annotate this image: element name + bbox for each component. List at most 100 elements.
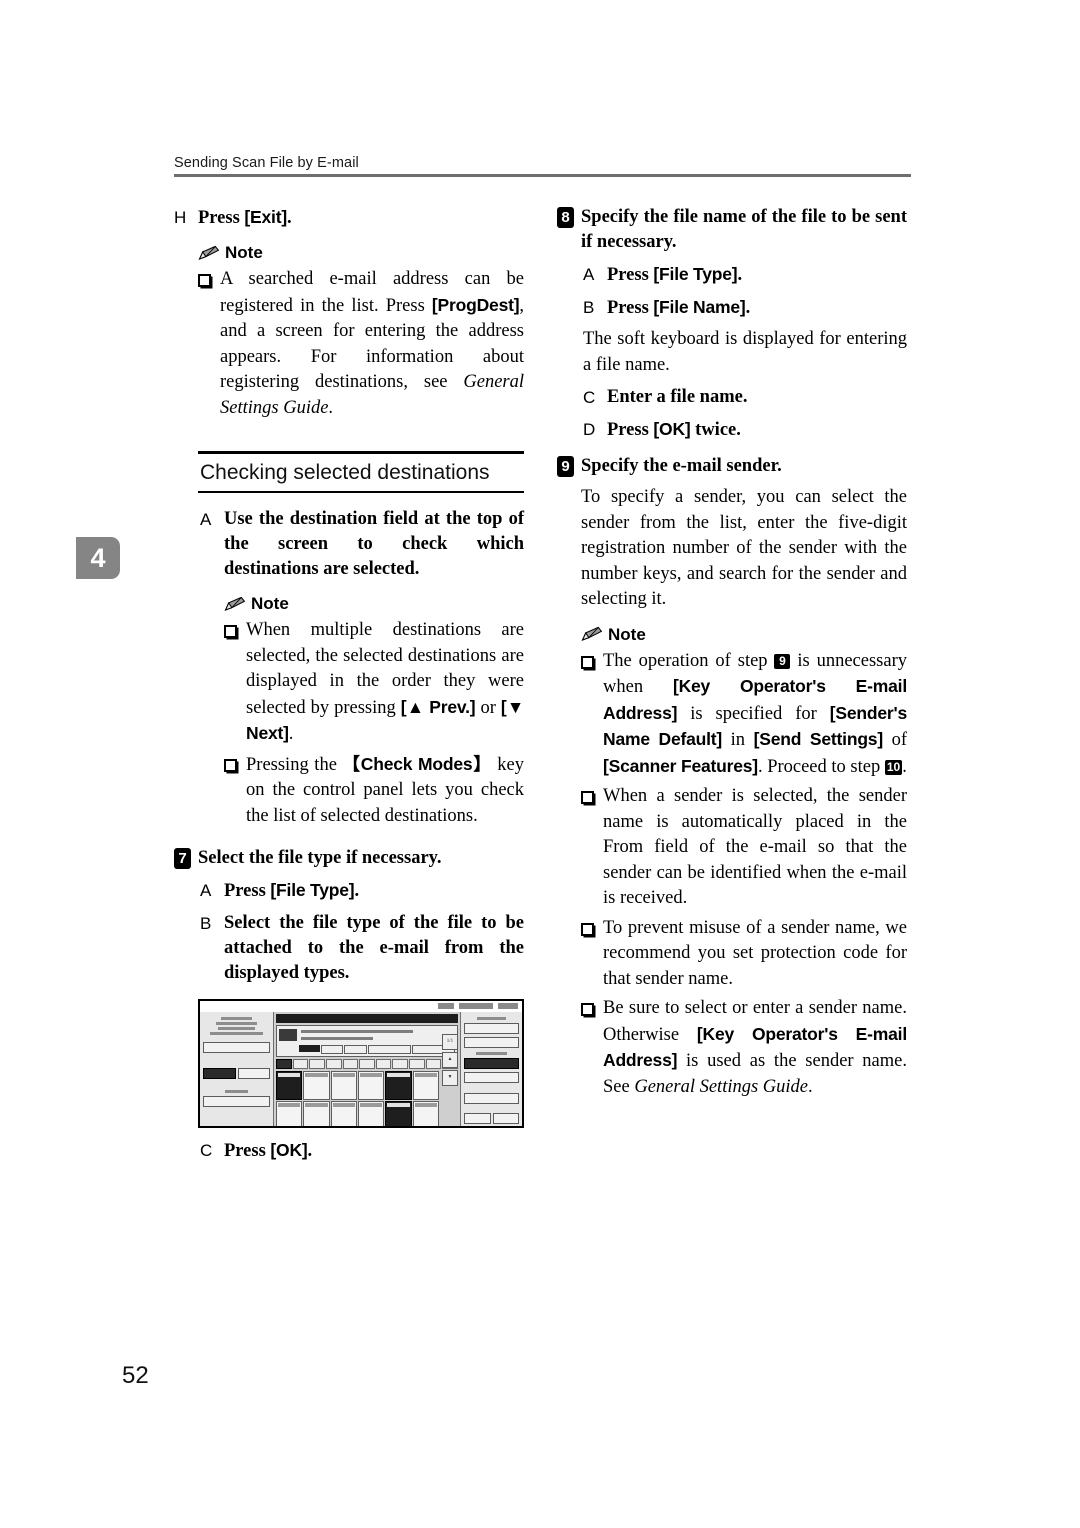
note-item-3-4-text: Be sure to select or enter a sender name…	[603, 996, 907, 1100]
lcd-tiff-jpeg-button[interactable]	[464, 1037, 519, 1048]
key-exit: [Exit]	[244, 207, 287, 227]
lcd-file-type-label	[477, 1017, 506, 1020]
step-8-sub-C-text: Enter a file name.	[607, 387, 748, 407]
lcd-destination-cell[interactable]	[276, 1101, 303, 1126]
key-file-type: [File Type]	[653, 264, 738, 284]
lcd-cell-cap	[414, 1103, 437, 1107]
lcd-destination-cell[interactable]	[412, 1101, 439, 1126]
lcd-destination-field[interactable]	[276, 1025, 458, 1057]
step-7-text: Select the file type if necessary.	[198, 848, 442, 868]
lcd-single-page-button[interactable]	[464, 1023, 519, 1034]
inline-step-badge-10: 10	[884, 759, 903, 775]
lcd-paging-column: 1/1 ▲ ▼	[442, 1034, 458, 1088]
lcd-bcc-tab[interactable]	[344, 1045, 367, 1054]
lcd-destination-cell[interactable]	[303, 1071, 330, 1100]
note-item-2-2-text: Pressing the 【Check Modes】 key on the co…	[246, 752, 524, 830]
lcd-index-opq[interactable]	[392, 1059, 409, 1069]
chapter-tab-number: 4	[90, 542, 106, 573]
bullet-square-icon	[581, 655, 594, 669]
lcd-destination-cell[interactable]	[385, 1101, 412, 1126]
lcd-scroll-down-button[interactable]: ▼	[442, 1070, 458, 1086]
lcd-destination-cell[interactable]	[303, 1101, 330, 1126]
lcd-index-ab[interactable]	[292, 1059, 309, 1069]
step-7-sub-C-text: Press [OK].	[224, 1138, 524, 1164]
lcd-cancel-button[interactable]	[464, 1113, 491, 1124]
step-8-sub-D: D Press [OK] twice.	[583, 417, 907, 443]
lcd-index-ef[interactable]	[325, 1059, 342, 1069]
lcd-index-freq[interactable]	[276, 1059, 292, 1069]
lcd-destination-cell[interactable]	[357, 1101, 385, 1126]
note-item-1-1-text: A searched e-mail address can be registe…	[220, 267, 524, 421]
step-8-B-suffix: .	[745, 298, 751, 318]
lcd-address-line-2	[301, 1037, 373, 1040]
lcd-cell-cap	[387, 1103, 410, 1107]
lcd-setting-line-4	[210, 1032, 263, 1035]
lcd-destination-cell[interactable]	[412, 1071, 439, 1100]
lcd-tiff-button[interactable]	[464, 1058, 519, 1069]
lcd-cell-cap	[332, 1073, 355, 1077]
step-H-text: Press [Exit].	[198, 205, 524, 231]
lcd-index-lmn[interactable]	[375, 1059, 392, 1069]
note-item-3-1: The operation of step 9 is unnecessary w…	[581, 649, 907, 781]
lcd-cc-tab[interactable]	[320, 1045, 344, 1054]
lcd-destination-cell[interactable]	[330, 1071, 357, 1100]
key-file-type: [File Type]	[270, 880, 355, 900]
lcd-index-cd[interactable]	[309, 1059, 325, 1069]
step-H: H Press [Exit].	[174, 205, 524, 231]
lcd-storing-button[interactable]	[237, 1068, 270, 1079]
lcd-cell-cap	[359, 1073, 383, 1077]
step-A-marker: A	[200, 510, 212, 529]
step-7-sub-C: C Press [OK].	[200, 1138, 524, 1164]
lcd-index-gh[interactable]	[342, 1059, 359, 1069]
lcd-ok-button[interactable]	[492, 1113, 519, 1124]
lcd-registration-no-button[interactable]	[367, 1045, 411, 1054]
lcd-status-chip-3	[498, 1003, 518, 1009]
lcd-destination-cell[interactable]	[276, 1071, 303, 1100]
note-item-2-2: Pressing the 【Check Modes】 key on the co…	[224, 752, 524, 830]
lcd-send-file-type-button[interactable]	[203, 1068, 236, 1079]
lcd-center-panel: 1/1 ▲ ▼	[274, 1012, 460, 1126]
note-2-1b: or	[475, 697, 501, 718]
note-1-1c: .	[328, 397, 334, 418]
lcd-manual-entry-icon	[279, 1029, 297, 1041]
lcd-index-ijk[interactable]	[359, 1059, 375, 1069]
step-7-sub-A-marker: A	[200, 881, 212, 900]
running-title: Sending Scan File by E-mail	[174, 155, 359, 171]
lcd-destination-cell[interactable]	[385, 1071, 412, 1100]
lcd-cell-cap	[332, 1103, 355, 1107]
pencil-icon	[224, 596, 246, 611]
bullet-square-icon	[581, 922, 594, 936]
header-rule	[174, 174, 911, 177]
step-7-C-suffix: .	[307, 1141, 313, 1161]
lcd-original-feed-type-button[interactable]	[203, 1096, 270, 1107]
step-7-sub-B: B Select the file type of the file to be…	[200, 911, 524, 986]
lcd-scan-settings-button[interactable]	[203, 1042, 270, 1053]
note-item-1-1: A searched e-mail address can be registe…	[198, 267, 524, 421]
lcd-status-chip-2	[459, 1003, 493, 1009]
lcd-index-uvw[interactable]	[425, 1059, 442, 1069]
note-3-1a: The operation of step	[603, 650, 775, 671]
subsection-rule-bottom	[198, 490, 524, 493]
key-progdest: [ProgDest]	[431, 294, 520, 315]
step-A-text: Use the destination field at the top of …	[224, 509, 524, 579]
step-8-D-suffix: twice.	[690, 420, 741, 440]
step-8-badge: 8	[557, 207, 574, 228]
lcd-to-tab[interactable]	[299, 1045, 320, 1052]
note-heading-3: Note	[581, 625, 907, 645]
step-7: 7 Select the file type if necessary.	[174, 846, 524, 871]
step-7-sub-B-marker: B	[200, 914, 212, 933]
lcd-cell-cap	[305, 1073, 328, 1077]
lcd-index-tab-row	[276, 1059, 459, 1069]
lcd-file-name-button[interactable]	[464, 1093, 519, 1104]
lcd-destination-cell[interactable]	[330, 1101, 357, 1126]
lcd-scroll-up-button[interactable]: ▲	[442, 1052, 458, 1068]
lcd-destination-cell[interactable]	[357, 1071, 385, 1100]
lcd-cell-cap	[305, 1103, 328, 1107]
lcd-pdf-button[interactable]	[464, 1072, 519, 1083]
step-8-A-suffix: .	[737, 265, 743, 285]
lcd-destination-row-2	[276, 1101, 458, 1126]
bullet-square-icon	[224, 625, 237, 638]
lcd-index-rst[interactable]	[409, 1059, 425, 1069]
step-8-sub-B-note: The soft keyboard is displayed for enter…	[583, 329, 907, 375]
step-7-sub-C-marker: C	[200, 1141, 213, 1160]
